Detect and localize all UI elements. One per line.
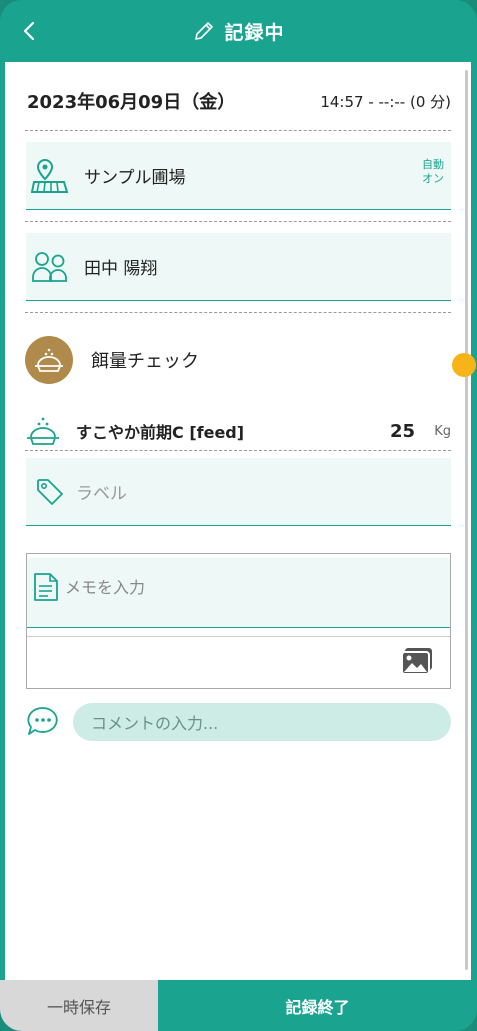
scrollbar[interactable] [465,70,468,970]
divider [25,221,451,222]
finish-record-button[interactable]: 記録終了 [158,980,477,1031]
divider [25,450,451,451]
label-placeholder: ラベル [76,484,127,504]
memo-input[interactable]: メモを入力 [27,558,450,628]
farm-name: サンプル圃場 [84,168,186,188]
record-date[interactable]: 2023年06月09日（金） [27,88,235,114]
auto-label-top: 自動 [422,158,444,171]
page-title-text: 記録中 [224,21,285,44]
page-title: 記録中 [0,0,477,62]
label-field[interactable]: ラベル [26,458,451,526]
header-bar: 記録中 [0,0,477,62]
document-icon [34,573,58,601]
image-attach-button[interactable] [400,646,434,676]
pencil-icon [195,22,214,40]
divider [25,312,451,313]
divider [25,130,451,131]
feed-item-name: すこやか前期C [feed] [76,423,245,442]
record-date-row: 2023年06月09日（金） 14:57 - --:-- (0 分) [27,86,451,116]
footer-actions: 一時保存 記録終了 [0,980,477,1031]
memo-placeholder: メモを入力 [65,578,146,597]
temp-save-button[interactable]: 一時保存 [0,980,158,1031]
app-frame: 記録中 2023年06月09日（金） 14:57 - --:-- (0 分) サ… [0,0,477,1031]
chat-bubble-icon [27,707,58,735]
feed-item-unit: Kg [434,424,451,439]
comment-input[interactable]: コメントの入力... [73,703,451,741]
auto-toggle[interactable]: 自動 オン [421,158,445,186]
feed-bowl-icon [25,336,73,384]
tag-icon [30,472,70,512]
farm-field[interactable]: サンプル圃場 自動 オン [26,142,451,210]
divider [27,636,450,637]
comment-row: コメントの入力... [25,702,451,742]
auto-label-bottom: オン [422,172,444,185]
drag-handle[interactable] [452,353,476,377]
people-icon [30,247,70,287]
worker-name: 田中 陽翔 [84,259,158,279]
feed-bowl-icon [27,417,59,445]
worker-field[interactable]: 田中 陽翔 [26,233,451,301]
main-content: 2023年06月09日（金） 14:57 - --:-- (0 分) サンプル圃… [5,62,471,980]
feed-item-value[interactable]: 25 [390,421,415,442]
image-gallery-icon [401,648,432,675]
feed-item-row[interactable]: すこやか前期C [feed] 25 Kg [26,410,451,452]
map-pin-field-icon [30,156,70,196]
category-label: 餌量チェック [91,351,199,372]
memo-box: メモを入力 [26,553,451,689]
category-header: 餌量チェック [25,336,199,384]
record-time[interactable]: 14:57 - --:-- (0 分) [320,91,451,112]
